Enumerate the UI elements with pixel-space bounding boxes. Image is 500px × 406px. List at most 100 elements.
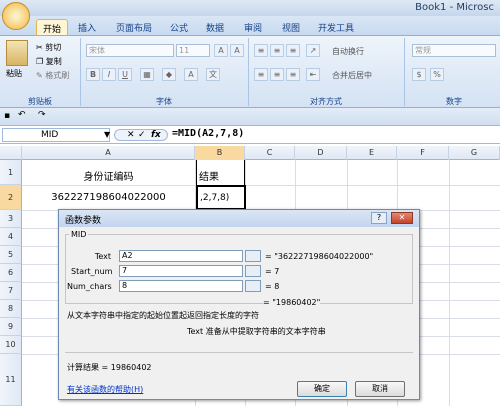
ribbon-tabs: 开始 插入 页面布局 公式 数据 审阅 视图 开发工具 [0,2,500,36]
tab-insert[interactable]: 插入 [72,19,102,35]
gridline [22,185,500,186]
column-header[interactable]: D [295,146,347,160]
text-arg-input[interactable]: A2 [119,250,243,262]
tab-home[interactable]: 开始 [36,19,69,35]
font-name-combo[interactable]: 宋体 [86,44,174,57]
office-button[interactable] [2,2,30,30]
wrap-text-button[interactable]: 自动换行 [332,46,364,57]
help-icon[interactable]: ? [371,212,387,224]
cell-a1[interactable]: 身份证编码 [22,168,195,183]
font-color-icon[interactable]: A [184,68,198,81]
num-chars-input[interactable]: 8 [119,280,243,292]
row-header[interactable]: 5 [0,246,22,264]
align-top-icon[interactable]: ≡ [254,44,268,57]
row-header[interactable]: 11 [0,354,22,406]
tab-page-layout[interactable]: 页面布局 [110,19,158,35]
separator [80,38,81,106]
shrink-font-icon[interactable]: A [230,44,244,57]
align-middle-icon[interactable]: ≡ [270,44,284,57]
select-all-corner[interactable] [0,146,22,160]
number-format-combo[interactable]: 常规 [412,44,496,57]
undo-icon[interactable]: ↶ [18,110,26,120]
tab-data[interactable]: 数据 [200,19,230,35]
orientation-icon[interactable]: ↗ [306,44,320,57]
cell-b2-active[interactable]: ,2,7,8) [196,185,246,210]
cell-b1[interactable]: 结果 [199,168,219,183]
function-arguments-dialog: 函数参数 ? ✕ MID Text A2 = "3622271986040220… [58,209,420,400]
row-header[interactable]: 8 [0,300,22,318]
help-link[interactable]: 有关该函数的帮助(H) [67,384,143,395]
close-icon[interactable]: ✕ [391,212,413,224]
column-header[interactable]: B [195,146,245,160]
argument-help: Text 准备从中提取字符串的文本字符串 [187,327,326,336]
redo-icon[interactable]: ↷ [38,110,46,120]
column-header[interactable]: A [22,146,195,160]
align-left-icon[interactable]: ≡ [254,68,268,81]
grow-font-icon[interactable]: A [214,44,228,57]
italic-button[interactable]: I [102,68,116,81]
dialog-title-bar: 函数参数 ? ✕ [59,210,419,227]
underline-button[interactable]: U [118,68,132,81]
start-num-input[interactable]: 7 [119,265,243,277]
paste-button[interactable]: 粘贴 [6,68,22,79]
percent-icon[interactable]: % [430,68,444,81]
row-header[interactable]: 2 [0,185,22,210]
borders-icon[interactable]: ▦ [140,68,154,81]
name-box[interactable]: MID [2,128,110,142]
cell-a2[interactable]: 362227198604022000 [22,192,195,203]
gridline [449,160,450,406]
font-size-combo[interactable]: 11 [176,44,210,57]
row-header[interactable]: 3 [0,210,22,228]
cancel-button[interactable]: 取消 [355,381,405,397]
b1-border-right [244,160,245,185]
paste-icon[interactable] [6,40,28,66]
column-header[interactable]: C [245,146,295,160]
cut-button[interactable]: ✂ 剪切 [36,42,61,53]
enter-icon[interactable]: ✓ [138,130,146,140]
collapse-dialog-icon[interactable] [245,250,261,262]
align-right-icon[interactable]: ≡ [286,68,300,81]
row-header[interactable]: 7 [0,282,22,300]
column-header[interactable]: G [449,146,500,160]
cancel-icon[interactable]: ✕ [127,130,135,140]
name-box-dropdown-icon[interactable]: ▼ [104,130,110,139]
merge-center-button[interactable]: 合并后居中 [332,70,372,81]
column-header[interactable]: E [347,146,397,160]
copy-icon: ❐ [36,57,44,66]
row-header[interactable]: 1 [0,160,22,185]
insert-function-icon[interactable]: fx [151,130,161,140]
bold-button[interactable]: B [86,68,100,81]
column-header[interactable]: F [397,146,449,160]
row-header[interactable]: 6 [0,264,22,282]
formula-result: = "19860402" [263,298,321,307]
ok-button[interactable]: 确定 [297,381,347,397]
fill-color-icon[interactable]: ◆ [162,68,176,81]
row-header[interactable]: 9 [0,318,22,336]
formula-input[interactable]: =MID(A2,7,8) [172,128,244,139]
tab-formulas[interactable]: 公式 [164,19,194,35]
tab-view[interactable]: 视图 [276,19,306,35]
separator [248,38,249,106]
copy-button[interactable]: ❐ 复制 [36,56,62,67]
indent-icon[interactable]: ⇤ [306,68,320,81]
num-chars-result: = 8 [265,282,280,291]
format-painter-button[interactable]: ✎ 格式刷 [36,70,69,81]
collapse-dialog-icon[interactable] [245,280,261,292]
phonetic-icon[interactable]: 文 [206,68,220,81]
cell-b2-text: ,2,7,8) [200,193,230,203]
separator [404,38,405,106]
tab-developer[interactable]: 开发工具 [312,19,360,35]
collapse-dialog-icon[interactable] [245,265,261,277]
text-arg-result: = "362227198604022000" [265,252,374,261]
column-headers: A B C D E F G [0,146,500,160]
title-bar: Book1 - Microsc [0,0,500,16]
align-center-icon[interactable]: ≡ [270,68,284,81]
tab-review[interactable]: 审阅 [238,19,268,35]
row-header[interactable]: 10 [0,336,22,354]
scissors-icon: ✂ [36,43,43,52]
row-header[interactable]: 4 [0,228,22,246]
save-icon[interactable]: ▪ [4,111,10,121]
align-bottom-icon[interactable]: ≡ [286,44,300,57]
currency-icon[interactable]: $ [412,68,426,81]
format-painter-label: 格式刷 [45,71,70,80]
